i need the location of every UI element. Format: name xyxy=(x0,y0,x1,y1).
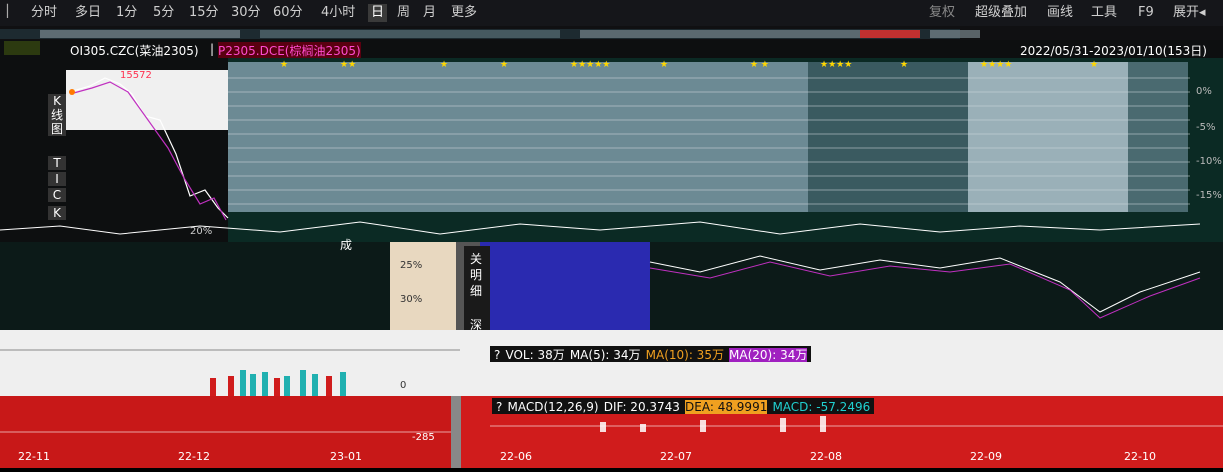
period-tab[interactable]: 15分 xyxy=(186,4,222,22)
period-tab[interactable]: 多日 xyxy=(72,4,104,22)
vol-value: VOL: 38万 xyxy=(505,348,565,362)
period-tab[interactable]: 月 xyxy=(420,4,439,22)
chart-title-bar: OI305.CZC(菜油2305) | P2305.DCE(棕榈油2305) 2… xyxy=(0,40,1223,59)
svg-text:★: ★ xyxy=(440,60,448,70)
volume-axis-zero: 0 xyxy=(400,380,407,391)
popup-menu-item[interactable]: 明 xyxy=(470,266,482,283)
title-separator: | xyxy=(210,42,215,56)
macd-legend: ? MACD(12,26,9) DIF: 20.3743 DEA: 48.999… xyxy=(492,398,875,414)
axis-tick: -10% xyxy=(1196,156,1222,167)
f9-button[interactable]: F9 xyxy=(1135,4,1157,22)
help-icon[interactable]: ? xyxy=(496,400,502,414)
toolbar-handle-icon: ▏ xyxy=(7,4,17,18)
svg-text:★★★★: ★★★★ xyxy=(980,60,1012,70)
sidebar-tab[interactable]: 线 xyxy=(48,108,66,122)
sidebar-tab[interactable]: T xyxy=(48,156,66,170)
period-tab[interactable]: 30分 xyxy=(228,4,264,22)
peak-price-label: 15572 xyxy=(120,70,152,81)
macd-name: MACD(12,26,9) xyxy=(507,400,599,414)
period-tab[interactable]: 5分 xyxy=(150,4,177,22)
axis-tick: -5% xyxy=(1196,122,1216,133)
sidebar-tab[interactable]: C xyxy=(48,188,66,202)
center-label: 成 xyxy=(340,238,353,252)
svg-text:★: ★ xyxy=(280,60,288,70)
date-tick: 23-01 xyxy=(330,450,362,463)
date-range: 2022/05/31-2023/01/10(153日) xyxy=(1020,44,1207,58)
band-canvas xyxy=(390,242,1201,330)
date-tick: 22-12 xyxy=(178,450,210,463)
period-tab[interactable]: 周 xyxy=(394,4,413,22)
peak-marker xyxy=(69,89,75,95)
info-strip xyxy=(0,26,1223,40)
popup-menu-item[interactable]: 关 xyxy=(470,250,482,267)
svg-text:★: ★ xyxy=(500,60,508,70)
pct-label: 30% xyxy=(400,294,423,305)
macd-panel[interactable]: -285 ? MACD(12,26,9) DIF: 20.3743 DEA: 4… xyxy=(0,396,1223,468)
svg-text:★★★★★: ★★★★★ xyxy=(570,60,610,70)
adjust-button[interactable]: 复权 xyxy=(926,4,958,22)
volume-canvas xyxy=(0,349,460,396)
period-tab[interactable]: 分时 xyxy=(28,4,60,22)
indicator-toggle-icon[interactable] xyxy=(4,41,40,55)
svg-text:★ ★: ★ ★ xyxy=(750,60,769,70)
date-tick: 22-09 xyxy=(970,450,1002,463)
svg-text:★: ★ xyxy=(900,60,908,70)
svg-text:★: ★ xyxy=(660,60,668,70)
draw-line-button[interactable]: 画线 xyxy=(1044,4,1076,22)
pct-label: 25% xyxy=(400,260,423,271)
popup-menu-item[interactable]: 细 xyxy=(470,282,482,299)
macd-axis-label: -285 xyxy=(412,432,435,443)
pct-label: 20% xyxy=(190,226,213,237)
period-tab[interactable]: 4小时 xyxy=(318,4,358,22)
ma10-value: MA(10): 35万 xyxy=(645,348,724,362)
sidebar-tab[interactable]: K xyxy=(48,94,66,108)
macd-value: MACD: -57.2496 xyxy=(772,400,871,414)
period-tab[interactable]: 60分 xyxy=(270,4,306,22)
sidebar-tab[interactable]: I xyxy=(48,172,66,186)
period-toolbar: ▏ 分时 多日 1分 5分 15分 30分 60分 4小时 日 周 月 更多 复… xyxy=(0,0,1223,27)
sidebar-tab[interactable]: 图 xyxy=(48,122,66,136)
axis-tick: 0% xyxy=(1196,86,1212,97)
svg-text:★★★★: ★★★★ xyxy=(820,60,852,70)
overlay-symbol[interactable]: P2305.DCE(棕榈油2305) xyxy=(218,42,361,59)
date-tick: 22-06 xyxy=(500,450,532,463)
main-kline-chart[interactable]: ★ ★★ ★ ★ ★★★★★ ★ ★ ★ ★★★★ ★ ★★★★ ★ 15572 K 线 图 … xyxy=(0,58,1223,242)
date-tick: 22-07 xyxy=(660,450,692,463)
period-tab[interactable]: 1分 xyxy=(113,4,140,22)
help-icon[interactable]: ? xyxy=(494,348,500,362)
ma5-value: MA(5): 34万 xyxy=(569,348,641,362)
period-tab-active[interactable]: 日 xyxy=(368,4,388,22)
expand-button[interactable]: 展开◂ xyxy=(1170,4,1209,22)
volume-legend: ? VOL: 38万 MA(5): 34万 MA(10): 35万 MA(20)… xyxy=(490,346,812,362)
volume-panel[interactable]: 0 ? VOL: 38万 MA(5): 34万 MA(10): 35万 MA(2… xyxy=(0,330,1223,396)
sidebar-tab[interactable]: K xyxy=(48,206,66,220)
main-symbol[interactable]: OI305.CZC(菜油2305) xyxy=(70,42,199,59)
date-tick: 22-11 xyxy=(18,450,50,463)
overlay-band: 成 25% 30% xyxy=(0,238,1223,330)
kline-canvas: ★ ★★ ★ ★ ★★★★★ ★ ★ ★ ★★★★ ★ ★★★★ ★ xyxy=(0,58,1201,242)
tools-button[interactable]: 工具 xyxy=(1088,4,1120,22)
info-strip-glitch xyxy=(0,29,980,39)
date-tick: 22-08 xyxy=(810,450,842,463)
axis-tick: -15% xyxy=(1196,190,1222,201)
date-tick: 22-10 xyxy=(1124,450,1156,463)
dea-value: DEA: 48.9991 xyxy=(685,400,768,414)
dif-value: DIF: 20.3743 xyxy=(603,400,680,414)
ma20-value: MA(20): 34万 xyxy=(729,348,808,362)
svg-text:★★: ★★ xyxy=(340,60,356,70)
period-more-button[interactable]: 更多 xyxy=(448,4,480,22)
svg-text:★: ★ xyxy=(1090,60,1098,70)
super-overlay-button[interactable]: 超级叠加 xyxy=(972,4,1030,22)
